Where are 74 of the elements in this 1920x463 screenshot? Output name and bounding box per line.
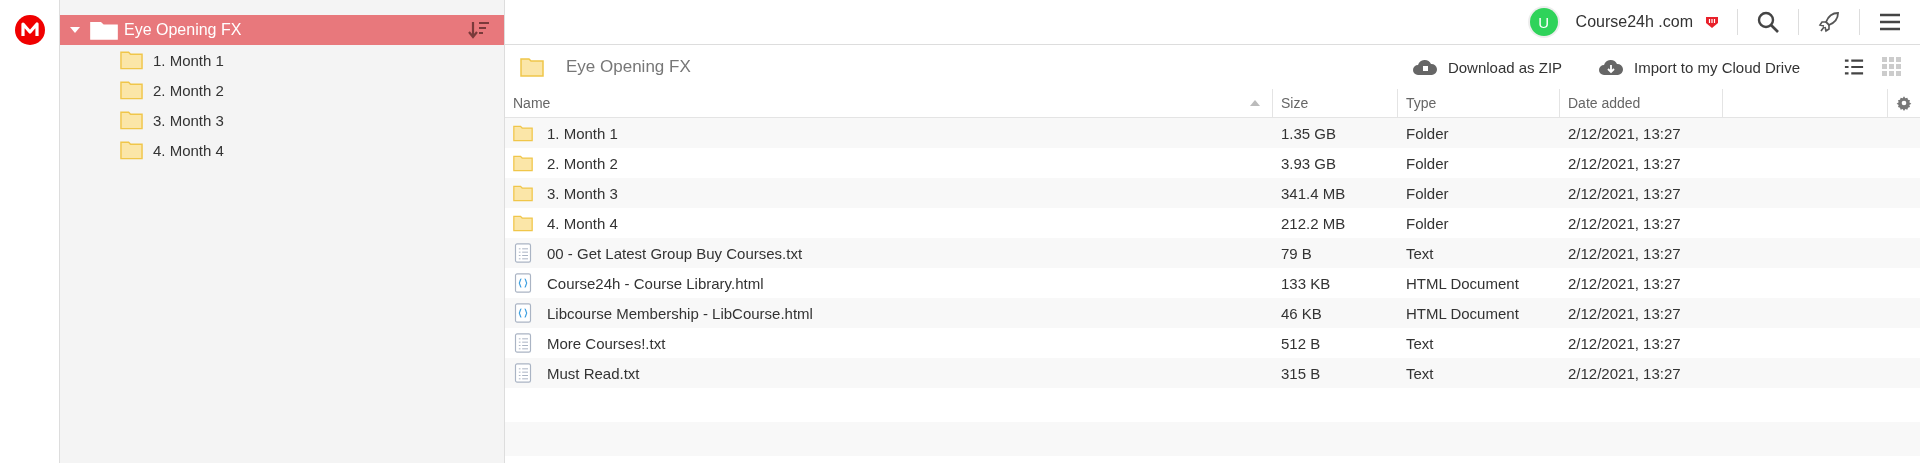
- column-header[interactable]: Date added: [1560, 89, 1723, 117]
- text-file-icon: [513, 243, 533, 263]
- shield-icon: [1705, 15, 1719, 29]
- file-size: 1.35 GB: [1281, 124, 1337, 142]
- column-header[interactable]: Name: [505, 89, 1273, 117]
- date-added: 2/12/2021, 13:27: [1568, 214, 1681, 232]
- logo-icon[interactable]: [14, 15, 45, 45]
- file-name[interactable]: Libcourse Membership - LibCourse.html: [547, 304, 813, 322]
- file-name[interactable]: 1. Month 1: [547, 124, 618, 142]
- file-name[interactable]: More Courses!.txt: [547, 334, 666, 352]
- file-name[interactable]: 4. Month 4: [547, 214, 618, 232]
- tree-item[interactable]: 2. Month 2: [60, 75, 504, 105]
- file-size: 46 KB: [1281, 304, 1322, 322]
- text-file-icon: [513, 363, 533, 383]
- folder-icon: [513, 123, 533, 143]
- caret-icon[interactable]: [70, 27, 80, 33]
- file-name[interactable]: Must Read.txt: [547, 364, 640, 382]
- search-icon[interactable]: [1756, 10, 1780, 34]
- folder-icon: [120, 80, 143, 100]
- date-added: 2/12/2021, 13:27: [1568, 124, 1681, 142]
- folder-icon: [513, 183, 533, 203]
- folder-icon: [520, 57, 544, 77]
- code-file-icon: [513, 303, 533, 323]
- code-file-icon: [513, 273, 533, 293]
- folder-icon: [120, 50, 143, 70]
- file-size: 341.4 MB: [1281, 184, 1346, 202]
- folder-icon: [120, 110, 143, 130]
- tree-item[interactable]: 1. Month 1: [60, 45, 504, 75]
- file-size: 512 B: [1281, 334, 1321, 352]
- text-file-icon: [513, 333, 533, 353]
- date-added: 2/12/2021, 13:27: [1568, 334, 1681, 352]
- date-added: 2/12/2021, 13:27: [1568, 364, 1681, 382]
- file-name[interactable]: 3. Month 3: [547, 184, 618, 202]
- column-header[interactable]: Size: [1273, 89, 1398, 117]
- file-type: Folder: [1406, 124, 1449, 142]
- file-type: Text: [1406, 244, 1434, 262]
- sort-arrow-icon: [1250, 100, 1260, 106]
- file-type: HTML Document: [1406, 304, 1519, 322]
- file-name[interactable]: Course24h - Course Library.html: [547, 274, 764, 292]
- folder-icon: [513, 153, 533, 173]
- date-added: 2/12/2021, 13:27: [1568, 304, 1681, 322]
- file-type: HTML Document: [1406, 274, 1519, 292]
- date-added: 2/12/2021, 13:27: [1568, 274, 1681, 292]
- cloud-download-icon: [1598, 57, 1625, 77]
- download-zip-link[interactable]: Download as ZIP: [1447, 58, 1563, 76]
- list-view-icon[interactable]: [1844, 57, 1864, 77]
- tree-item[interactable]: 3. Month 3: [60, 105, 504, 135]
- file-type: Folder: [1406, 184, 1449, 202]
- file-type: Folder: [1406, 154, 1449, 172]
- file-name[interactable]: 00 - Get Latest Group Buy Courses.txt: [547, 244, 803, 262]
- file-name[interactable]: 2. Month 2: [547, 154, 618, 172]
- tree-item[interactable]: 4. Month 4: [60, 135, 504, 165]
- folder-icon: [513, 213, 533, 233]
- file-size: 79 B: [1281, 244, 1312, 262]
- file-type: Text: [1406, 364, 1434, 382]
- import-link[interactable]: Import to my Cloud Drive: [1634, 58, 1800, 76]
- file-size: 212.2 MB: [1281, 214, 1346, 232]
- breadcrumb[interactable]: Eye Opening FX: [566, 57, 691, 77]
- settings-icon[interactable]: [1896, 95, 1912, 111]
- column-header[interactable]: Type: [1398, 89, 1560, 117]
- rocket-icon[interactable]: [1817, 10, 1841, 34]
- account-name[interactable]: Course24h .com: [1575, 13, 1693, 31]
- date-added: 2/12/2021, 13:27: [1568, 184, 1681, 202]
- file-size: 133 KB: [1281, 274, 1331, 292]
- sort-icon[interactable]: [468, 21, 490, 39]
- file-type: Text: [1406, 334, 1434, 352]
- file-size: 3.93 GB: [1281, 154, 1337, 172]
- folder-icon: [90, 19, 118, 41]
- folder-icon: [120, 140, 143, 160]
- date-added: 2/12/2021, 13:27: [1568, 244, 1681, 262]
- file-type: Folder: [1406, 214, 1449, 232]
- file-size: 315 B: [1281, 364, 1321, 382]
- cloud-lock-icon: [1411, 57, 1438, 77]
- date-added: 2/12/2021, 13:27: [1568, 154, 1681, 172]
